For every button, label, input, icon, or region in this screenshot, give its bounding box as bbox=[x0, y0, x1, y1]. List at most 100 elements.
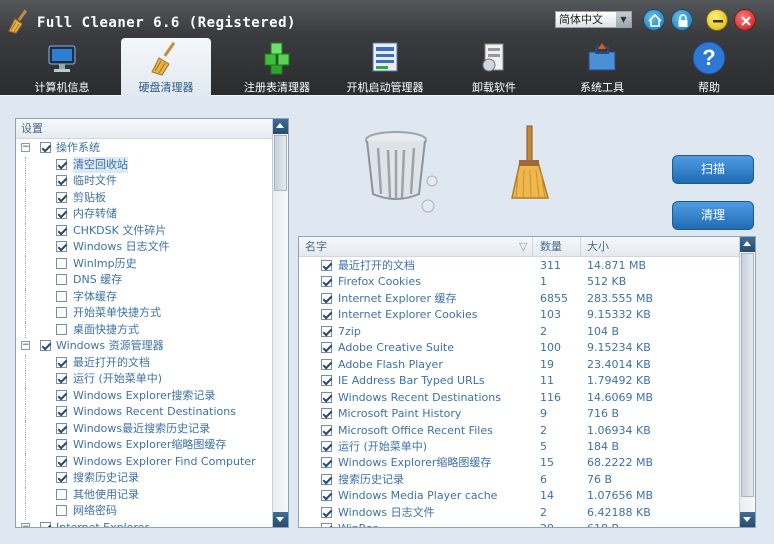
result-row[interactable]: Internet Explorer 缓存 6855 283.555 MB bbox=[299, 291, 739, 308]
scan-button[interactable]: 扫描 bbox=[672, 155, 754, 184]
tree-scrollbar[interactable] bbox=[272, 119, 288, 527]
result-checkbox[interactable] bbox=[321, 358, 332, 370]
result-row[interactable]: 搜索历史记录 6 76 B bbox=[299, 472, 739, 489]
tree-checkbox[interactable] bbox=[56, 191, 67, 203]
tree-item-row[interactable]: 字体缓存 bbox=[16, 288, 274, 305]
result-row[interactable]: Windows 日志文件 2 6.42188 KB bbox=[299, 505, 739, 522]
tree-item-row[interactable]: 剪贴板 bbox=[16, 189, 274, 206]
result-checkbox[interactable] bbox=[321, 490, 332, 502]
tab-system-tools[interactable]: 系统工具 bbox=[557, 38, 647, 96]
tree-item-row[interactable]: 其他使用记录 bbox=[16, 486, 274, 503]
collapse-toggle-icon[interactable]: − bbox=[21, 341, 30, 350]
tab-uninstall[interactable]: 卸载软件 bbox=[449, 38, 539, 96]
tree-checkbox[interactable] bbox=[56, 175, 67, 186]
result-checkbox[interactable] bbox=[321, 276, 332, 288]
tree-item-row[interactable]: WinImp历史 bbox=[16, 255, 274, 272]
tree-item-row[interactable]: 运行 (开始菜单中) bbox=[16, 371, 274, 388]
tree-checkbox[interactable] bbox=[56, 472, 67, 483]
result-checkbox[interactable] bbox=[321, 457, 332, 469]
result-checkbox[interactable] bbox=[321, 473, 332, 485]
tree-checkbox[interactable] bbox=[56, 373, 67, 384]
column-header-name[interactable]: 名字 bbox=[305, 237, 327, 257]
tree-checkbox[interactable] bbox=[56, 389, 67, 401]
tree-item-row[interactable]: 开始菜单快捷方式 bbox=[16, 305, 274, 322]
tree-item-row[interactable]: CHKDSK 文件碎片 bbox=[16, 222, 274, 239]
tree-item-row[interactable]: DNS 缓存 bbox=[16, 272, 274, 289]
result-checkbox[interactable] bbox=[321, 342, 332, 354]
tree-checkbox[interactable] bbox=[56, 208, 67, 219]
tree-checkbox[interactable] bbox=[56, 505, 67, 516]
tree-group-row[interactable]: − Windows 资源管理器 bbox=[16, 338, 274, 355]
tree-checkbox[interactable] bbox=[56, 406, 67, 417]
scroll-down-button[interactable] bbox=[740, 512, 755, 527]
tree-item-row[interactable]: 清空回收站 bbox=[16, 156, 274, 173]
tree-item-row[interactable]: Windows Recent Destinations bbox=[16, 404, 274, 421]
column-header-count[interactable]: 数量 bbox=[540, 237, 562, 257]
tree-item-row[interactable]: Windows Explorer Find Computer bbox=[16, 453, 274, 470]
tree-group-row[interactable]: − 操作系统 bbox=[16, 140, 274, 157]
scroll-up-button[interactable] bbox=[740, 237, 755, 252]
tab-help[interactable]: ? 帮助 bbox=[664, 38, 754, 96]
language-select[interactable]: 简体中文 ▼ bbox=[555, 11, 632, 28]
tree-checkbox[interactable] bbox=[56, 241, 67, 252]
clean-button[interactable]: 清理 bbox=[672, 201, 754, 230]
tab-startup-manager[interactable]: 开机启动管理器 bbox=[340, 38, 430, 96]
scroll-thumb[interactable] bbox=[274, 135, 287, 191]
result-row[interactable]: Adobe Flash Player 19 23.4014 KB bbox=[299, 357, 739, 374]
result-checkbox[interactable] bbox=[321, 523, 332, 527]
result-row[interactable]: IE Address Bar Typed URLs 11 1.79492 KB bbox=[299, 373, 739, 390]
tree-checkbox[interactable] bbox=[56, 307, 67, 318]
tree-item-row[interactable]: 内存转储 bbox=[16, 206, 274, 223]
tree-checkbox[interactable] bbox=[40, 340, 51, 351]
result-checkbox[interactable] bbox=[321, 375, 332, 387]
result-checkbox[interactable] bbox=[321, 292, 332, 304]
tree-item-row[interactable]: 桌面快捷方式 bbox=[16, 321, 274, 338]
collapse-toggle-icon[interactable]: − bbox=[21, 143, 30, 152]
tree-checkbox[interactable] bbox=[40, 142, 51, 153]
result-checkbox[interactable] bbox=[321, 424, 332, 436]
tree-item-row[interactable]: Windows最近搜索历史记录 bbox=[16, 420, 274, 437]
scroll-down-button[interactable] bbox=[273, 512, 288, 527]
home-button[interactable] bbox=[643, 9, 665, 31]
tree-checkbox[interactable] bbox=[56, 158, 67, 170]
tab-disk-cleaner[interactable]: 硬盘清理器 bbox=[121, 38, 211, 96]
list-scrollbar[interactable] bbox=[739, 237, 755, 527]
tree-item-row[interactable]: 临时文件 bbox=[16, 173, 274, 190]
result-checkbox[interactable] bbox=[321, 506, 332, 518]
tree-checkbox[interactable] bbox=[56, 224, 67, 236]
tree-checkbox[interactable] bbox=[56, 356, 67, 368]
result-row[interactable]: Internet Explorer Cookies 103 9.15332 KB bbox=[299, 307, 739, 324]
result-checkbox[interactable] bbox=[321, 309, 332, 321]
scroll-thumb[interactable] bbox=[741, 253, 754, 497]
collapse-toggle-icon[interactable]: − bbox=[21, 522, 30, 527]
result-checkbox[interactable] bbox=[321, 391, 332, 403]
tree-group-row[interactable]: − Internet Explorer bbox=[16, 520, 274, 527]
tree-checkbox[interactable] bbox=[56, 274, 67, 285]
result-checkbox[interactable] bbox=[321, 325, 332, 337]
tree-checkbox[interactable] bbox=[56, 488, 67, 500]
tab-computer-info[interactable]: 计算机信息 bbox=[17, 38, 107, 96]
result-row[interactable]: 最近打开的文档 311 14.871 MB bbox=[299, 258, 739, 275]
tree-item-row[interactable]: Windows 日志文件 bbox=[16, 239, 274, 256]
scroll-up-button[interactable] bbox=[273, 119, 288, 134]
close-button[interactable] bbox=[734, 9, 756, 31]
tree-checkbox[interactable] bbox=[56, 290, 67, 302]
result-row[interactable]: WinRar 29 618 B bbox=[299, 521, 739, 527]
tree-checkbox[interactable] bbox=[56, 422, 67, 434]
lock-button[interactable] bbox=[671, 9, 693, 31]
result-row[interactable]: 7zip 2 104 B bbox=[299, 324, 739, 341]
result-checkbox[interactable] bbox=[321, 260, 332, 271]
tree-item-row[interactable]: 搜索历史记录 bbox=[16, 470, 274, 487]
tree-checkbox[interactable] bbox=[56, 439, 67, 450]
result-row[interactable]: Windows Recent Destinations 116 14.6069 MB bbox=[299, 390, 739, 407]
result-row[interactable]: Adobe Creative Suite 100 9.15234 KB bbox=[299, 340, 739, 357]
result-row[interactable]: Firefox Cookies 1 512 KB bbox=[299, 274, 739, 291]
result-row[interactable]: Windows Explorer缩略图缓存 15 68.2222 MB bbox=[299, 455, 739, 472]
result-row[interactable]: Microsoft Office Recent Files 2 1.06934 KB bbox=[299, 423, 739, 440]
tree-item-row[interactable]: 网络密码 bbox=[16, 503, 274, 520]
tree-checkbox[interactable] bbox=[40, 521, 51, 527]
tree-item-row[interactable]: Windows Explorer搜索记录 bbox=[16, 387, 274, 404]
result-row[interactable]: Windows Media Player cache 14 1.07656 MB bbox=[299, 488, 739, 505]
column-header-size[interactable]: 大小 bbox=[587, 237, 609, 257]
tree-checkbox[interactable] bbox=[56, 323, 67, 335]
